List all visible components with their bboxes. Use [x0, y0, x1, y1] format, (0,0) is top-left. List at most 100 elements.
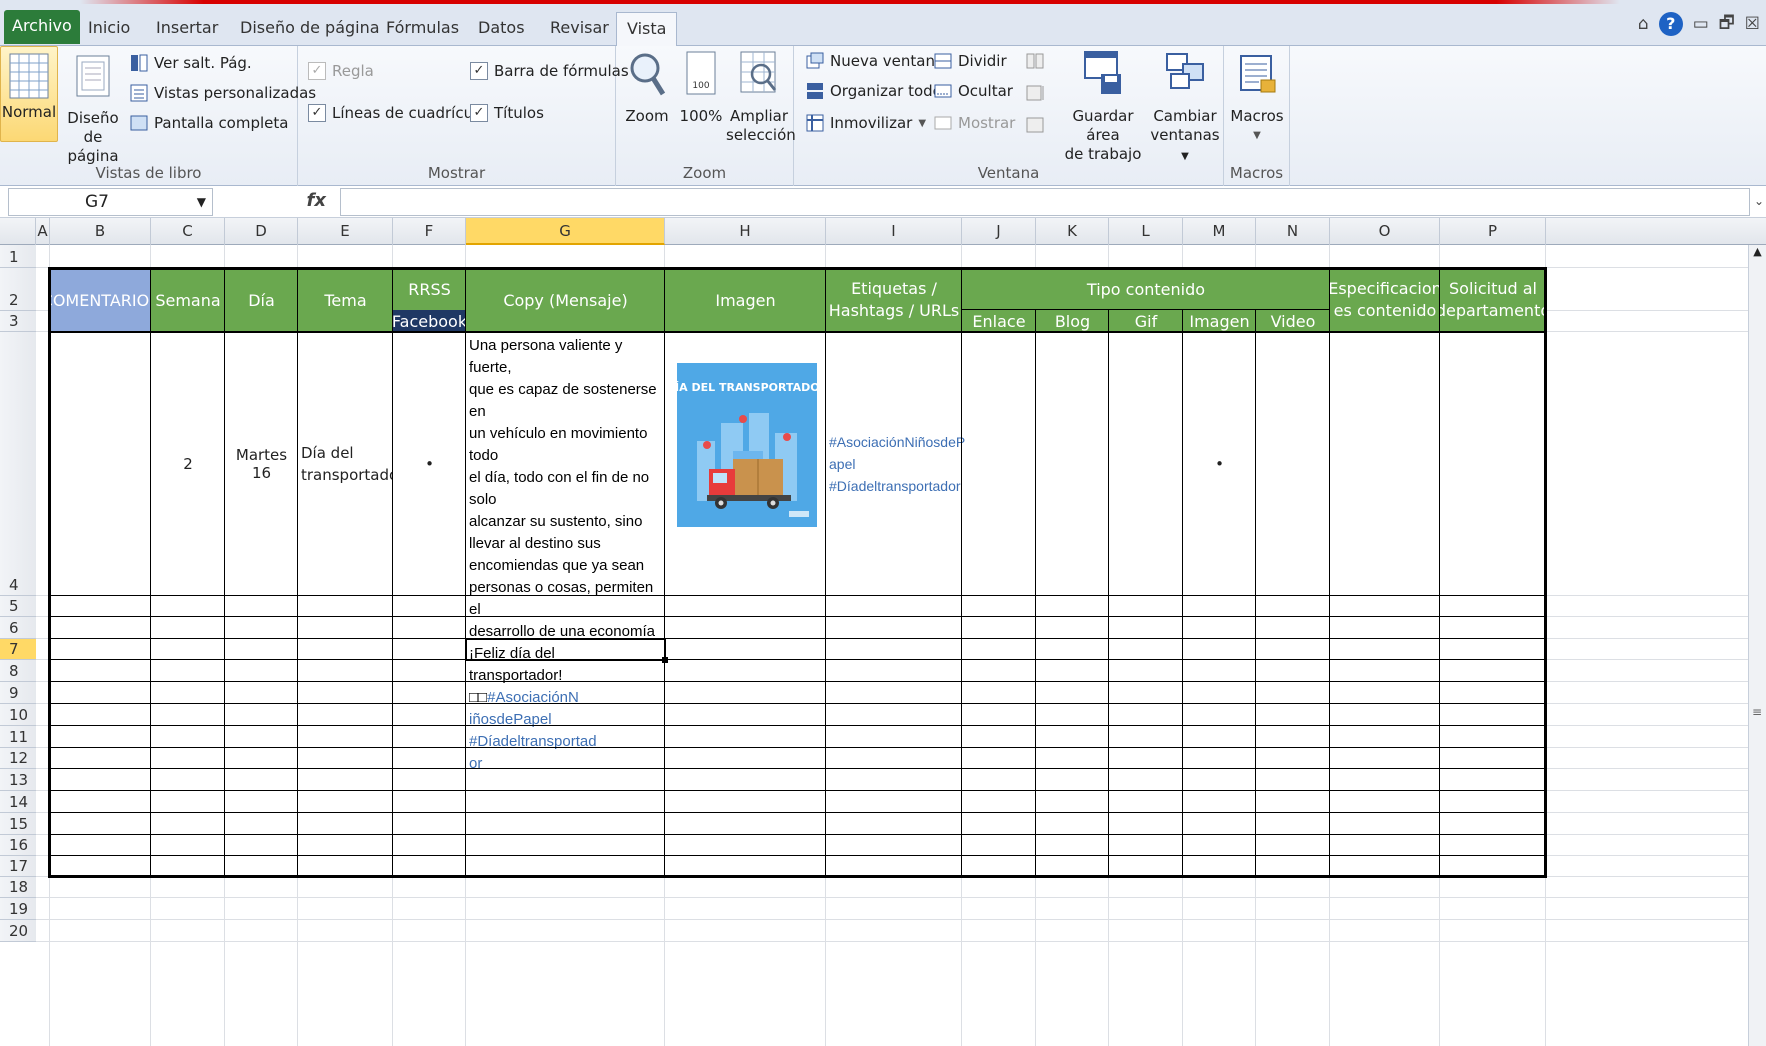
- column-header[interactable]: F: [393, 218, 466, 245]
- column-header[interactable]: B: [50, 218, 151, 245]
- header-rrss[interactable]: RRSS: [393, 268, 466, 310]
- unhide-button[interactable]: Mostrar: [934, 112, 1015, 134]
- tab-archivo[interactable]: Archivo: [4, 10, 80, 44]
- chevron-down-icon: ▼: [918, 117, 927, 129]
- close-icon[interactable]: ☒: [1745, 14, 1760, 34]
- transportador-image[interactable]: DÍA DEL TRANSPORTADOR: [677, 363, 817, 527]
- header-dia[interactable]: Día: [225, 268, 298, 332]
- column-header[interactable]: J: [962, 218, 1036, 245]
- header-etiquetas[interactable]: Etiquetas / Hashtags / URLs: [826, 268, 962, 332]
- header-semana[interactable]: Semana: [151, 268, 225, 332]
- full-screen-label: Pantalla completa: [154, 114, 289, 132]
- tab-revisar[interactable]: Revisar: [540, 12, 619, 46]
- freeze-panes-button[interactable]: Inmovilizar ▼: [806, 112, 926, 134]
- split-button[interactable]: Dividir: [934, 50, 1007, 72]
- restore-icon[interactable]: 🗗: [1719, 10, 1735, 39]
- cell-rrss[interactable]: •: [393, 332, 466, 596]
- column-header[interactable]: O: [1330, 218, 1440, 245]
- cell-semana[interactable]: 2: [151, 332, 225, 596]
- side-by-side-icons[interactable]: [1026, 52, 1044, 138]
- hide-button[interactable]: Ocultar: [934, 80, 1013, 102]
- column-header[interactable]: K: [1036, 218, 1109, 245]
- header-especificaciones[interactable]: Especificacion es contenido: [1330, 268, 1440, 332]
- tab-inicio[interactable]: Inicio: [78, 12, 140, 46]
- scroll-up-icon[interactable]: ▲: [1749, 245, 1766, 258]
- cell-tema[interactable]: Día del transportador: [298, 332, 393, 596]
- cell-hashtags[interactable]: #AsociaciónNiñosdeP apel #Díadeltranspor…: [829, 431, 965, 497]
- save-workspace-icon: [1084, 51, 1121, 94]
- hashtag-line[interactable]: #Díadeltransportador: [829, 475, 962, 497]
- header-comentarios[interactable]: COMENTARIOS: [50, 268, 151, 332]
- cell-imagen-tipo[interactable]: •: [1183, 332, 1256, 596]
- header-video[interactable]: Video: [1256, 310, 1330, 332]
- column-header[interactable]: G: [466, 218, 665, 245]
- cell-copy[interactable]: Una persona valiente y fuerte, que es ca…: [469, 335, 665, 775]
- header-copy[interactable]: Copy (Mensaje): [466, 268, 665, 332]
- column-header[interactable]: I: [826, 218, 962, 245]
- header-enlace[interactable]: Enlace: [962, 310, 1036, 332]
- new-window-button[interactable]: Nueva ventana: [806, 50, 944, 72]
- zoom-100-button[interactable]: 100 100%: [678, 50, 724, 126]
- zoom-button[interactable]: Zoom: [624, 50, 670, 126]
- switch-chevron-icon: ▼: [1181, 151, 1189, 162]
- select-all-corner[interactable]: [0, 218, 36, 245]
- page-break-preview-button[interactable]: Ver salt. Pág.: [130, 52, 252, 74]
- formula-input[interactable]: [340, 188, 1750, 216]
- custom-views-button[interactable]: Vistas personalizadas: [130, 82, 316, 104]
- copy-hashtag-line[interactable]: or: [469, 753, 665, 775]
- title-accent-line: [80, 0, 1620, 4]
- column-header[interactable]: N: [1256, 218, 1330, 245]
- full-screen-button[interactable]: Pantalla completa: [130, 112, 288, 134]
- save-workspace-button[interactable]: Guardar área de trabajo: [1060, 50, 1146, 164]
- switch-windows-button[interactable]: Cambiar ventanas ▼: [1148, 50, 1222, 166]
- cell-dia[interactable]: Martes 16: [225, 332, 298, 596]
- expand-formula-bar-icon[interactable]: ⌄: [1752, 186, 1766, 218]
- tab-datos[interactable]: Datos: [468, 12, 535, 46]
- column-header[interactable]: D: [225, 218, 298, 245]
- header-tipo-contenido[interactable]: Tipo contenido: [962, 268, 1330, 310]
- column-header[interactable]: E: [298, 218, 393, 245]
- hashtag-line[interactable]: apel: [829, 453, 962, 475]
- normal-view-button[interactable]: Normal: [0, 46, 58, 142]
- worksheet-grid[interactable]: ABCDEFGHIJKLMNOP 1 2 3 4 5 6 7 8 9 10 11 12 13 14 15 16…: [0, 218, 1766, 1046]
- arrange-all-button[interactable]: Organizar todo: [806, 80, 942, 102]
- formula-bar-checkbox[interactable]: ✓ Barra de fórmulas: [470, 60, 629, 82]
- column-header[interactable]: H: [665, 218, 826, 245]
- name-box-dropdown-icon[interactable]: ▼: [197, 189, 206, 215]
- header-solicitud[interactable]: Solicitud al departamento: [1440, 268, 1546, 332]
- gridlines-checkbox[interactable]: ✓ Líneas de cuadrícula: [308, 102, 486, 124]
- header-gif[interactable]: Gif: [1109, 310, 1183, 332]
- header-facebook[interactable]: Facebook: [393, 310, 466, 332]
- gridlines-check-icon: ✓: [308, 104, 326, 122]
- column-header[interactable]: L: [1109, 218, 1183, 245]
- tab-vista[interactable]: Vista: [616, 12, 678, 47]
- column-header[interactable]: C: [151, 218, 225, 245]
- regla-checkbox[interactable]: ✓ Regla: [308, 60, 374, 82]
- name-box[interactable]: G7 ▼: [8, 188, 213, 216]
- headings-checkbox[interactable]: ✓ Títulos: [470, 102, 544, 124]
- minimize-icon[interactable]: ▭: [1693, 14, 1709, 34]
- header-imagen[interactable]: Imagen: [665, 268, 826, 332]
- header-blog[interactable]: Blog: [1036, 310, 1109, 332]
- header-imagen-tipo[interactable]: Imagen: [1183, 310, 1256, 332]
- column-header[interactable]: A: [36, 218, 50, 245]
- macros-button[interactable]: Macros ▼: [1228, 50, 1286, 145]
- minimize-ribbon-icon[interactable]: ⌂: [1638, 14, 1649, 34]
- column-header[interactable]: P: [1440, 218, 1546, 245]
- tab-formulas[interactable]: Fórmulas: [376, 12, 469, 46]
- header-tema[interactable]: Tema: [298, 268, 393, 332]
- image-title: DÍA DEL TRANSPORTADOR: [677, 381, 817, 394]
- page-layout-view-button[interactable]: Diseño de página: [60, 52, 126, 166]
- help-icon[interactable]: ?: [1658, 12, 1683, 36]
- selected-cell-outline[interactable]: [465, 638, 666, 661]
- fill-handle[interactable]: [662, 657, 668, 663]
- hashtag-line[interactable]: #AsociaciónNiñosdeP: [829, 431, 965, 453]
- tab-diseno-pagina[interactable]: Diseño de página: [230, 12, 390, 46]
- group-label-macros: Macros: [1229, 164, 1284, 182]
- vertical-scrollbar[interactable]: ▲ ≡: [1748, 245, 1766, 1046]
- column-header[interactable]: M: [1183, 218, 1256, 245]
- insert-function-icon[interactable]: fx: [218, 188, 340, 216]
- zoom-selection-button[interactable]: Ampliar selección: [726, 50, 796, 145]
- cell-area[interactable]: COMENTARIOS Semana Día Tema RRSS Faceboo…: [0, 245, 1766, 1046]
- tab-insertar[interactable]: Insertar: [146, 12, 228, 46]
